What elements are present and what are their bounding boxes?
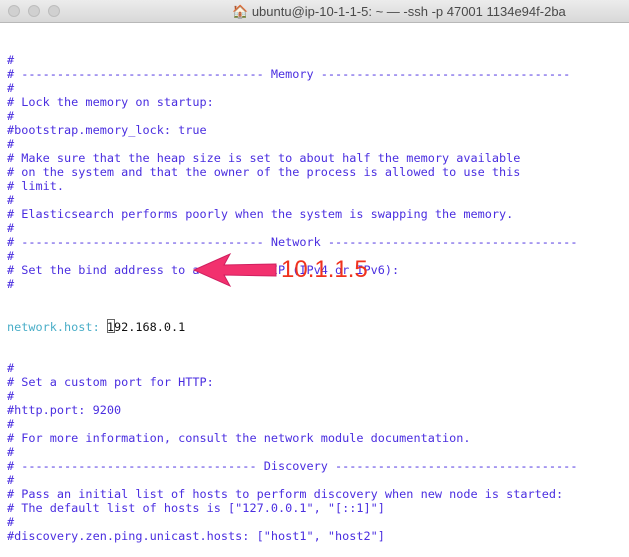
terminal-line: #discovery.zen.ping.unicast.hosts: ["hos… bbox=[7, 529, 385, 543]
terminal-line: # bbox=[7, 445, 15, 459]
annotation-label: 10.1.1.5 bbox=[281, 256, 368, 283]
terminal-line: # bbox=[7, 515, 15, 529]
terminal-line: # bbox=[7, 53, 15, 67]
minimize-button[interactable] bbox=[28, 5, 40, 17]
terminal-line: # ---------------------------------- Net… bbox=[7, 235, 578, 249]
zoom-button[interactable] bbox=[48, 5, 60, 17]
terminal-line: # For more information, consult the netw… bbox=[7, 431, 471, 445]
terminal-line: # bbox=[7, 417, 15, 431]
terminal-line: # bbox=[7, 361, 15, 375]
terminal-content[interactable]: # # ---------------------------------- Me… bbox=[7, 25, 577, 557]
terminal-line: # bbox=[7, 193, 15, 207]
home-icon: 🏠 bbox=[232, 4, 249, 19]
arrow-icon bbox=[192, 252, 277, 288]
terminal-line: # ---------------------------------- Mem… bbox=[7, 67, 571, 81]
terminal-line: # Pass an initial list of hosts to perfo… bbox=[7, 487, 564, 501]
terminal-line: # bbox=[7, 109, 15, 123]
terminal-line: # bbox=[7, 389, 15, 403]
config-value: 192.168.0.1 bbox=[106, 320, 186, 334]
close-button[interactable] bbox=[8, 5, 20, 17]
terminal-line: # --------------------------------- Disc… bbox=[7, 459, 578, 473]
terminal-line: # Make sure that the heap size is set to… bbox=[7, 151, 521, 165]
terminal-line: #http.port: 9200 bbox=[7, 403, 122, 417]
terminal-line: # on the system and that the owner of th… bbox=[7, 165, 521, 179]
terminal-line: #bootstrap.memory_lock: true bbox=[7, 123, 207, 137]
terminal-line: # Lock the memory on startup: bbox=[7, 95, 214, 109]
terminal-line: # Set a custom port for HTTP: bbox=[7, 375, 214, 389]
terminal-line: # bbox=[7, 137, 15, 151]
network-host-line: network.host: 192.168.0.1 bbox=[7, 319, 577, 334]
window-title: ubuntu@ip-10-1-1-5: ~ — -ssh -p 47001 11… bbox=[251, 4, 566, 19]
terminal-line: # bbox=[7, 473, 15, 487]
terminal-line: # limit. bbox=[7, 179, 65, 193]
terminal-line: # Elasticsearch performs poorly when the… bbox=[7, 207, 514, 221]
terminal-line: # The default list of hosts is ["127.0.0… bbox=[7, 501, 385, 515]
config-key: network.host: bbox=[7, 320, 100, 334]
window-titlebar: 🏠 ubuntu@ip-10-1-1-5: ~ — -ssh -p 47001 … bbox=[0, 0, 629, 23]
terminal-line: # bbox=[7, 81, 15, 95]
terminal-line: # bbox=[7, 221, 15, 235]
